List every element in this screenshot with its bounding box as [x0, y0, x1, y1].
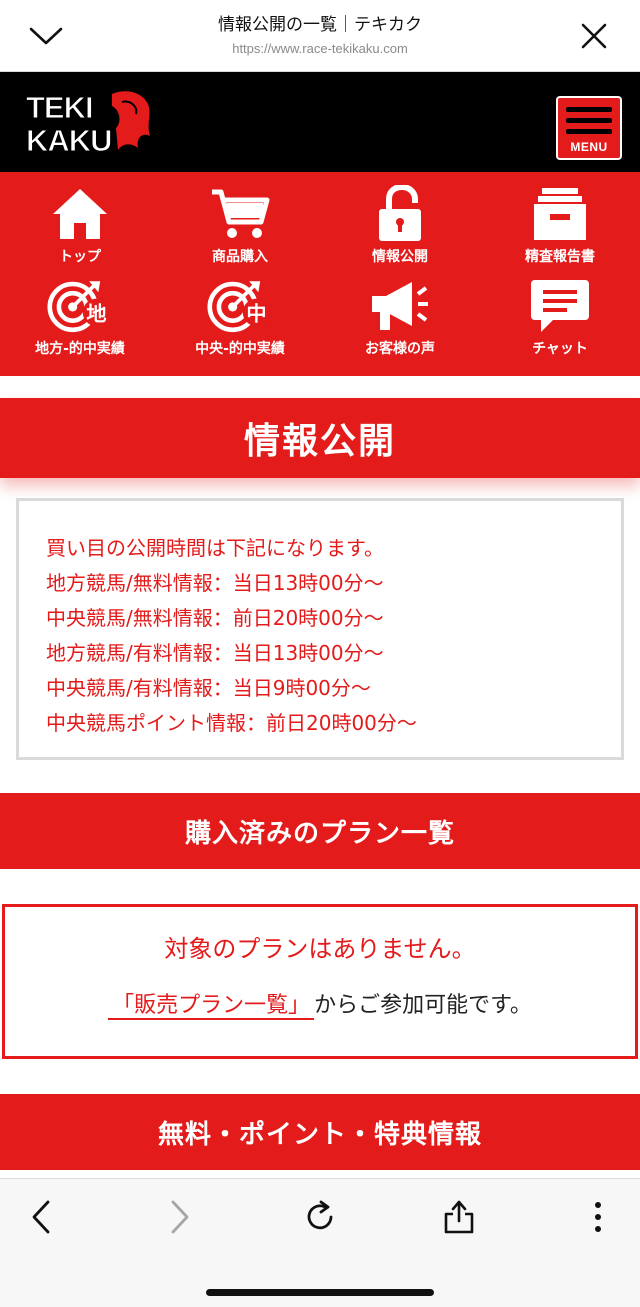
nav-label: トップ [59, 249, 101, 265]
logo-line1: TEKI [26, 90, 93, 125]
megaphone-icon [367, 276, 433, 336]
nav-label: 中央-的中実績 [195, 341, 285, 357]
target-badge: 中 [246, 302, 266, 326]
page-title: 情報公開 [243, 421, 396, 462]
info-line: 地方競馬/有料情報：当日13時00分～ [46, 641, 384, 665]
home-indicator[interactable] [206, 1289, 434, 1296]
info-line: 買い目の公開時間は下記になります。 [46, 536, 384, 560]
nav-label: 情報公開 [372, 249, 428, 265]
forward-icon[interactable] [155, 1195, 205, 1239]
nav-label: 商品購入 [212, 249, 268, 265]
close-icon[interactable] [574, 16, 614, 56]
unlock-icon [367, 184, 433, 244]
plan-cta: 「販売プラン一覧」 からご参加可能です。 [5, 987, 635, 1020]
browser-page-title: 情報公開の一覧｜テキカク [218, 15, 422, 35]
target-central-icon: 中 [207, 276, 273, 336]
plan-cta-suffix: からご参加可能です。 [314, 993, 532, 1018]
target-local-icon: 地 [47, 276, 113, 336]
section-title: 無料・ポイント・特典情報 [157, 1119, 482, 1150]
nav-item-local-results[interactable]: 地 地方-的中実績 [0, 276, 160, 368]
nav-item-report[interactable]: 精査報告書 [480, 184, 640, 276]
section-title: 購入済みのプラン一覧 [184, 818, 455, 849]
menu-button[interactable]: MENU [556, 96, 622, 160]
nav-label: お客様の声 [365, 341, 435, 357]
more-options-icon[interactable] [573, 1195, 623, 1239]
nav-grid: トップ 商品購入 情報公開 精査報告書 地 地方-的中実績 中 中央-的中実績 … [0, 172, 640, 376]
home-icon [47, 184, 113, 244]
empty-plans-message: 対象のプランはありません。 [164, 935, 476, 963]
target-badge: 地 [86, 302, 106, 326]
nav-item-top[interactable]: トップ [0, 184, 160, 276]
info-line: 中央競馬ポイント情報：前日20時00分～ [46, 711, 417, 735]
nav-item-central-results[interactable]: 中 中央-的中実績 [160, 276, 320, 368]
site-logo[interactable]: TEKI KAKU [26, 88, 154, 159]
nav-item-voices[interactable]: お客様の声 [320, 276, 480, 368]
reload-icon[interactable] [295, 1195, 345, 1239]
nav-label: 精査報告書 [525, 249, 595, 265]
logo-line2: KAKU [26, 123, 112, 158]
nav-label: チャット [532, 341, 588, 357]
browser-url[interactable]: https://www.race-tekikaku.com [0, 41, 640, 56]
sales-plan-list-link[interactable]: 「販売プラン一覧」 [108, 993, 315, 1020]
file-box-icon [527, 184, 593, 244]
site-header: TEKI KAKU MENU [0, 72, 640, 172]
chat-icon [527, 276, 593, 336]
info-line: 中央競馬/無料情報：前日20時00分～ [46, 606, 384, 630]
browser-bottom-bar [0, 1178, 640, 1307]
page-title-banner: 情報公開 [0, 398, 640, 478]
nav-item-purchase[interactable]: 商品購入 [160, 184, 320, 276]
purchased-plans-empty-box: 対象のプランはありません。 「販売プラン一覧」 からご参加可能です。 [2, 904, 638, 1059]
info-line: 地方競馬/無料情報：当日13時00分～ [46, 571, 384, 595]
cart-icon [207, 184, 273, 244]
nav-item-chat[interactable]: チャット [480, 276, 640, 368]
back-icon[interactable] [16, 1195, 66, 1239]
info-line: 中央競馬/有料情報：当日9時00分～ [46, 676, 371, 700]
menu-button-label: MENU [570, 140, 608, 154]
release-times-box: 買い目の公開時間は下記になります。 地方競馬/無料情報：当日13時00分～ 中央… [16, 498, 624, 760]
nav-label: 地方-的中実績 [35, 341, 125, 357]
free-point-bonus-heading: 無料・ポイント・特典情報 [0, 1094, 640, 1170]
nav-item-info[interactable]: 情報公開 [320, 184, 480, 276]
browser-top-bar: 情報公開の一覧｜テキカク https://www.race-tekikaku.c… [0, 0, 640, 72]
purchased-plans-heading: 購入済みのプラン一覧 [0, 793, 640, 869]
share-icon[interactable] [434, 1195, 484, 1239]
